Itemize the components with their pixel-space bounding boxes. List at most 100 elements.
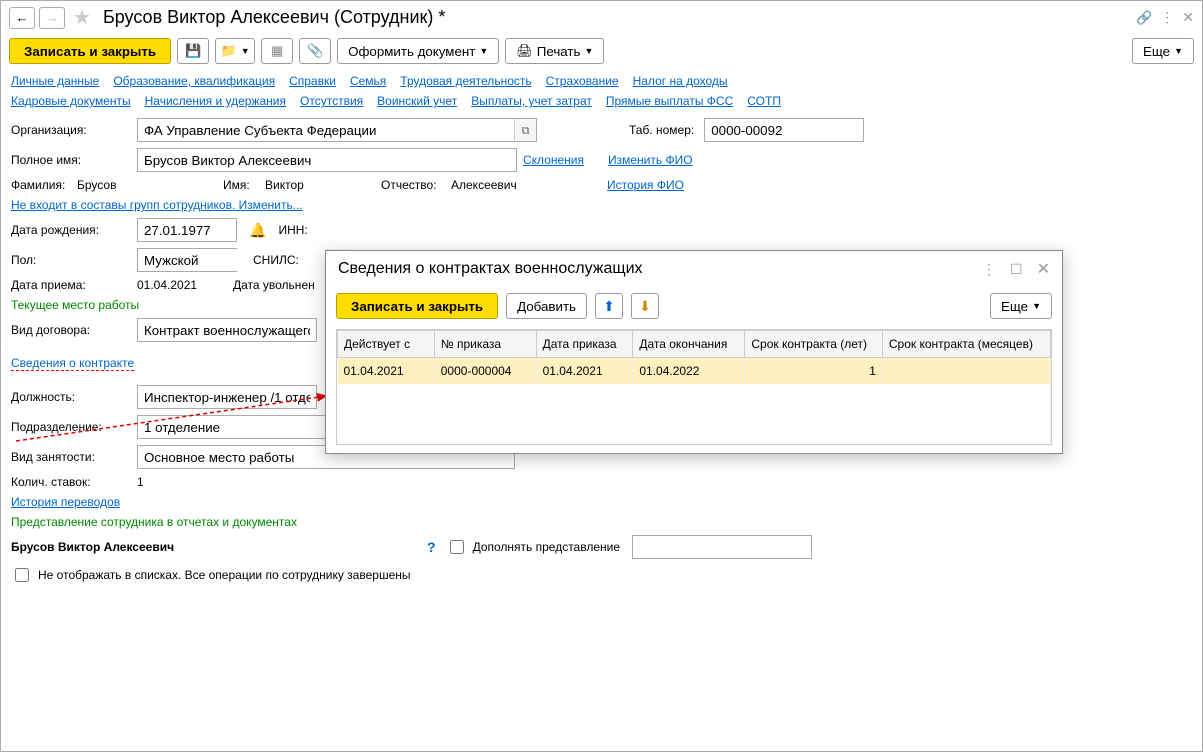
print-icon [516, 43, 533, 59]
dialog-maximize-icon[interactable]: ☐ [1010, 261, 1023, 278]
col-months[interactable]: Срок контракта (месяцев) [882, 331, 1050, 358]
contract-type-input[interactable] [137, 318, 317, 342]
nav-absence[interactable]: Отсутствия [300, 94, 363, 108]
window-header: ← → ★ Брусов Виктор Алексеевич (Сотрудни… [1, 1, 1202, 34]
birth-label: Дата рождения: [11, 223, 131, 237]
contract-info-link[interactable]: Сведения о контракте [11, 356, 134, 371]
col-from[interactable]: Действует с [338, 331, 435, 358]
kebab-icon[interactable]: ⋮ [1160, 9, 1174, 26]
table-row[interactable]: 01.04.2021 0000-000004 01.04.2021 01.04.… [338, 358, 1051, 385]
move-up-button[interactable]: ⬆ [595, 293, 623, 319]
folder-button[interactable]: ▼ [215, 38, 255, 64]
contracts-table-wrap: Действует с № приказа Дата приказа Дата … [336, 329, 1052, 445]
bell-icon[interactable]: 🔔 [249, 222, 266, 239]
dialog-save-close-button[interactable]: Записать и закрыть [336, 293, 498, 319]
nav-education[interactable]: Образование, квалификация [113, 74, 275, 88]
fullname-label: Полное имя: [11, 153, 131, 167]
nav-payments[interactable]: Выплаты, учет затрат [471, 94, 592, 108]
move-down-button[interactable]: ⬇ [631, 293, 659, 319]
groups-link[interactable]: Не входит в составы групп сотрудников. И… [11, 198, 303, 212]
col-years[interactable]: Срок контракта (лет) [745, 331, 883, 358]
nav-military[interactable]: Воинский учет [377, 94, 457, 108]
hide-in-lists-checkbox[interactable] [15, 568, 29, 582]
nav-personal[interactable]: Личные данные [11, 74, 99, 88]
grid-button[interactable] [261, 38, 293, 64]
close-icon[interactable]: ✕ [1182, 9, 1194, 26]
dialog-add-button[interactable]: Добавить [506, 293, 587, 319]
more-label: Еще [1143, 44, 1170, 59]
print-label: Печать [537, 44, 581, 59]
inn-label: ИНН: [278, 223, 318, 237]
org-input[interactable] [138, 119, 514, 141]
repr-header: Представление сотрудника в отчетах и док… [11, 515, 297, 529]
dialog-more-label: Еще [1001, 299, 1028, 314]
cell-from[interactable]: 01.04.2021 [338, 358, 435, 385]
repr-supplement-checkbox[interactable] [450, 540, 464, 554]
history-transfers-link[interactable]: История переводов [11, 495, 120, 509]
fullname-input[interactable] [137, 148, 517, 172]
cell-end-date[interactable]: 01.04.2022 [633, 358, 745, 385]
more-button[interactable]: Еще ▼ [1132, 38, 1194, 64]
sex-select[interactable]: ▼ [137, 248, 237, 272]
page-title: Брусов Виктор Алексеевич (Сотрудник) * [103, 7, 445, 28]
dept-label: Подразделение: [11, 420, 131, 434]
print-button[interactable]: Печать ▼ [505, 38, 604, 64]
repr-supplement-label: Дополнять представление [473, 540, 620, 554]
rates-label: Колич. ставок: [11, 475, 131, 489]
col-order-no[interactable]: № приказа [434, 331, 536, 358]
nav-accruals[interactable]: Начисления и удержания [145, 94, 286, 108]
table-empty-space [338, 384, 1051, 444]
birth-input[interactable] [137, 218, 237, 242]
col-order-date[interactable]: Дата приказа [536, 331, 633, 358]
patronymic-value: Алексеевич [451, 178, 601, 192]
cell-order-no[interactable]: 0000-000004 [434, 358, 536, 385]
dialog-title: Сведения о контрактах военнослужащих [338, 260, 643, 278]
nav-refs[interactable]: Справки [289, 74, 336, 88]
grid-icon [271, 43, 283, 59]
nav-sotp[interactable]: СОТП [747, 94, 781, 108]
nav-links-row-1: Личные данные Образование, квалификация … [1, 68, 1202, 94]
cell-months[interactable] [882, 358, 1050, 385]
nav-fss[interactable]: Прямые выплаты ФСС [606, 94, 733, 108]
repr-supplement-input[interactable] [632, 535, 812, 559]
attach-button[interactable] [299, 38, 331, 64]
cell-years[interactable]: 1 [745, 358, 883, 385]
save-button[interactable] [177, 38, 209, 64]
nav-back-button[interactable]: ← [9, 7, 35, 29]
nav-insurance[interactable]: Страхование [546, 74, 619, 88]
nav-tax[interactable]: Налог на доходы [633, 74, 728, 88]
help-icon[interactable]: ? [427, 539, 436, 555]
favorite-star-icon[interactable]: ★ [73, 5, 91, 30]
nav-links-row-2: Кадровые документы Начисления и удержани… [1, 94, 1202, 114]
org-open-button[interactable] [514, 119, 536, 141]
position-input[interactable] [137, 385, 317, 409]
declension-link[interactable]: Склонения [523, 153, 584, 167]
emp-type-label: Вид занятости: [11, 450, 131, 464]
dialog-header: Сведения о контрактах военнослужащих ⋮ ☐… [326, 251, 1062, 287]
change-fio-link[interactable]: Изменить ФИО [608, 153, 693, 167]
hire-value: 01.04.2021 [137, 278, 227, 292]
dialog-close-icon[interactable]: ✕ [1037, 259, 1050, 279]
history-fio-link[interactable]: История ФИО [607, 178, 684, 192]
current-job-header: Текущее место работы [11, 298, 139, 312]
document-menu-button[interactable]: Оформить документ ▼ [337, 38, 499, 64]
nav-hr-docs[interactable]: Кадровые документы [11, 94, 131, 108]
clip-icon [307, 43, 323, 59]
nav-work[interactable]: Трудовая деятельность [400, 74, 531, 88]
tab-number-input[interactable] [704, 118, 864, 142]
dialog-more-button[interactable]: Еще ▼ [990, 293, 1052, 319]
org-field[interactable] [137, 118, 537, 142]
link-icon[interactable] [1136, 9, 1152, 26]
floppy-icon [185, 43, 201, 59]
nav-family[interactable]: Семья [350, 74, 386, 88]
snils-label: СНИЛС: [253, 253, 299, 267]
col-end-date[interactable]: Дата окончания [633, 331, 745, 358]
sex-label: Пол: [11, 253, 131, 267]
surname-value: Брусов [77, 178, 217, 192]
dialog-kebab-icon[interactable]: ⋮ [982, 261, 996, 278]
cell-order-date[interactable]: 01.04.2021 [536, 358, 633, 385]
hide-in-lists-label: Не отображать в списках. Все операции по… [38, 568, 411, 582]
nav-forward-button[interactable]: → [39, 7, 65, 29]
main-toolbar: Записать и закрыть ▼ Оформить документ ▼… [1, 34, 1202, 68]
save-and-close-button[interactable]: Записать и закрыть [9, 38, 171, 64]
